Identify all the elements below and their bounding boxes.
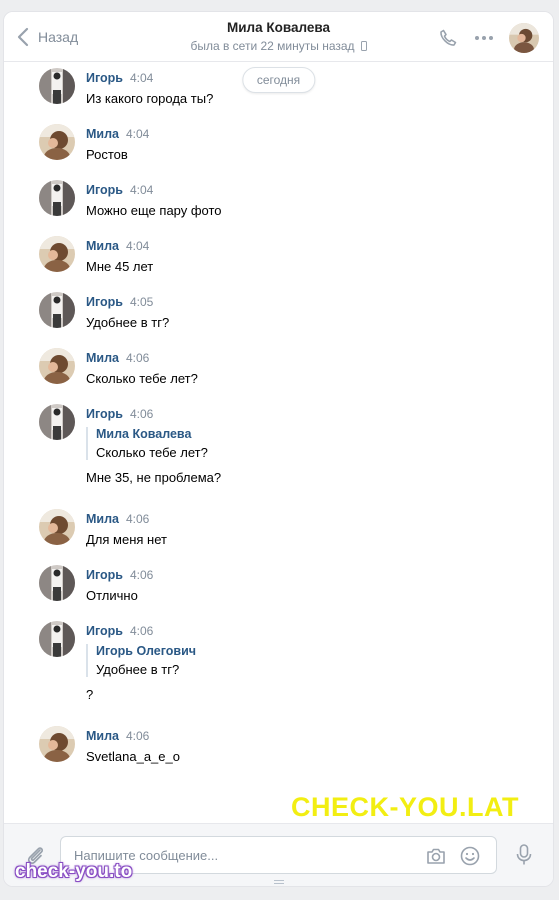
message-text: Мне 45 лет xyxy=(86,259,154,274)
message-item[interactable]: Мила 4:06 Svetlana_a_e_o xyxy=(39,726,519,765)
message-author[interactable]: Игорь xyxy=(86,71,123,85)
chat-header: Назад Мила Ковалева была в сети 22 минут… xyxy=(4,12,553,62)
more-dots-icon xyxy=(475,36,493,40)
more-button[interactable] xyxy=(471,25,497,51)
day-separator: сегодня xyxy=(241,67,316,93)
message-text: Для меня нет xyxy=(86,532,167,547)
author-avatar[interactable] xyxy=(39,180,75,216)
forwarded-author[interactable]: Игорь Олегович xyxy=(96,644,519,658)
watermark-main: CHECK-YOU.LAT xyxy=(291,792,519,822)
message-time[interactable]: 4:06 xyxy=(126,512,149,526)
message-time[interactable]: 4:06 xyxy=(126,351,149,365)
forwarded-message[interactable]: Мила Ковалева Сколько тебе лет? xyxy=(86,427,519,460)
message-text: Ростов xyxy=(86,147,128,162)
call-button[interactable] xyxy=(435,25,461,51)
contact-avatar[interactable] xyxy=(509,23,539,53)
message-time[interactable]: 4:06 xyxy=(126,729,149,743)
avatar-photo-icon xyxy=(509,23,539,53)
message-item[interactable]: Мила 4:04 Ростов xyxy=(39,124,519,163)
message-author[interactable]: Мила xyxy=(86,239,119,253)
author-avatar[interactable] xyxy=(39,565,75,601)
author-avatar[interactable] xyxy=(39,621,75,657)
status-text: была в сети 22 минуты назад xyxy=(190,39,355,53)
message-author[interactable]: Мила xyxy=(86,512,119,526)
message-time[interactable]: 4:05 xyxy=(130,295,153,309)
message-history[interactable]: Игорь 4:04 Из какого города ты? Мила 4:04 Рос… xyxy=(4,62,553,824)
forwarded-text: Сколько тебе лет? xyxy=(96,445,208,460)
author-avatar[interactable] xyxy=(39,726,75,762)
message-author[interactable]: Игорь xyxy=(86,568,123,582)
message-item[interactable]: Мила 4:06 Сколько тебе лет? xyxy=(39,348,519,387)
author-avatar[interactable] xyxy=(39,236,75,272)
message-text: Сколько тебе лет? xyxy=(86,371,198,386)
message-time[interactable]: 4:06 xyxy=(130,407,153,421)
author-avatar[interactable] xyxy=(39,124,75,160)
message-author[interactable]: Мила xyxy=(86,127,119,141)
chat-window: Назад Мила Ковалева была в сети 22 минут… xyxy=(3,11,554,887)
message-item[interactable]: Мила 4:06 Для меня нет xyxy=(39,509,519,548)
message-text: Удобнее в тг? xyxy=(86,315,170,330)
phone-icon xyxy=(440,29,457,46)
mobile-icon xyxy=(360,41,367,51)
author-avatar[interactable] xyxy=(39,509,75,545)
message-item[interactable]: Игорь 4:04 Можно еще пару фото xyxy=(39,180,519,219)
message-time[interactable]: 4:04 xyxy=(130,71,153,85)
camera-icon[interactable] xyxy=(425,845,447,867)
message-time[interactable]: 4:04 xyxy=(126,127,149,141)
message-text: Svetlana_a_e_o xyxy=(86,749,180,764)
author-avatar[interactable] xyxy=(39,292,75,328)
message-item[interactable]: Игорь 4:06 Игорь Олегович Удобнее в тг?? xyxy=(39,621,519,703)
forwarded-author[interactable]: Мила Ковалева xyxy=(96,427,519,441)
emoji-icon[interactable] xyxy=(459,845,481,867)
message-time[interactable]: 4:06 xyxy=(130,624,153,638)
message-text: Мне 35, не проблема? xyxy=(86,470,222,485)
forwarded-message[interactable]: Игорь Олегович Удобнее в тг? xyxy=(86,644,519,677)
message-text: ? xyxy=(86,687,94,702)
message-time[interactable]: 4:06 xyxy=(130,568,153,582)
message-text: Отлично xyxy=(86,588,138,603)
author-avatar[interactable] xyxy=(39,348,75,384)
message-item[interactable]: Мила 4:04 Мне 45 лет xyxy=(39,236,519,275)
message-author[interactable]: Игорь xyxy=(86,295,123,309)
message-time[interactable]: 4:04 xyxy=(130,183,153,197)
microphone-icon[interactable] xyxy=(513,843,535,867)
message-text: Можно еще пару фото xyxy=(86,203,222,218)
message-author[interactable]: Игорь xyxy=(86,407,123,421)
message-item[interactable]: Игорь 4:05 Удобнее в тг? xyxy=(39,292,519,331)
message-item[interactable]: Игорь 4:06 Мила Ковалева Сколько тебе лет? М… xyxy=(39,404,519,486)
message-time[interactable]: 4:04 xyxy=(126,239,149,253)
author-avatar[interactable] xyxy=(39,404,75,440)
resize-handle[interactable] xyxy=(273,878,284,884)
message-author[interactable]: Игорь xyxy=(86,624,123,638)
message-author[interactable]: Игорь xyxy=(86,183,123,197)
message-author[interactable]: Мила xyxy=(86,351,119,365)
message-item[interactable]: Игорь 4:06 Отлично xyxy=(39,565,519,604)
forwarded-text: Удобнее в тг? xyxy=(96,662,180,677)
watermark-small: check-you.to xyxy=(15,861,133,882)
author-avatar[interactable] xyxy=(39,68,75,104)
message-author[interactable]: Мила xyxy=(86,729,119,743)
